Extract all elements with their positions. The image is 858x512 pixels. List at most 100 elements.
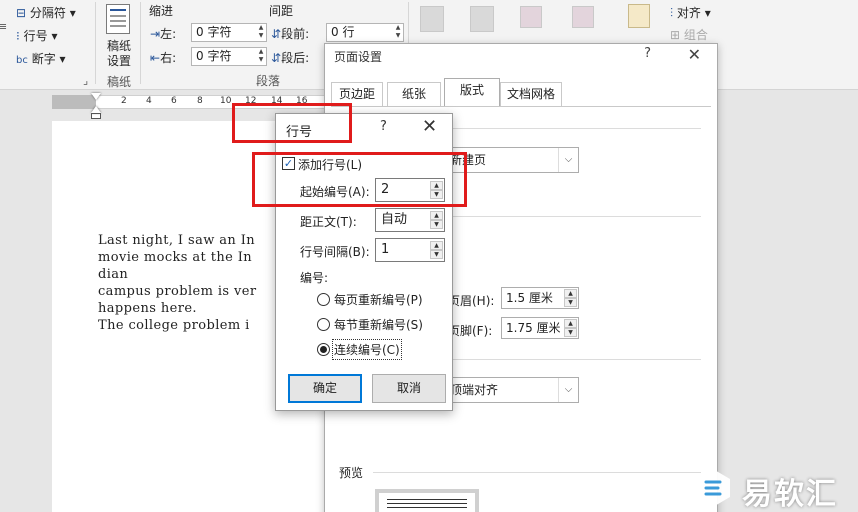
hyphenation-button[interactable]: bc 断字 ▾ (16, 50, 66, 67)
line-numbers-title: 行号 (286, 125, 313, 140)
ruler-tick: 6 (171, 96, 177, 106)
header-distance-field[interactable]: 1.5 厘米 ▲ ▼ (501, 287, 579, 309)
spinner-arrows-icon[interactable]: ▲ ▼ (430, 241, 443, 260)
ruler-margin (52, 95, 96, 109)
line-numbers-dialog: 行号 ? ✕ ✓ 添加行号(L) 起始编号(A): 2 ▲ ▼ 距正文(T): 自动… (275, 113, 453, 411)
align-button[interactable]: ⫶ 对齐 ▾ (670, 4, 711, 21)
dialog-launcher-icon[interactable]: ⌟ (83, 74, 88, 87)
ribbon-separator (95, 2, 96, 84)
document-body[interactable]: Last night, I saw an In movie mocks at th… (98, 232, 288, 334)
ruler-tick: 2 (121, 96, 127, 106)
ruler-tick: 14 (271, 96, 283, 106)
breaks-icon: ⊟ (16, 6, 27, 20)
spacing-after-icon: ⇵ (271, 51, 282, 65)
indent-left-label: ⇥左: (150, 27, 177, 41)
selection-pane-icon (628, 4, 650, 28)
indent-right-label: ⇤右: (150, 51, 177, 65)
ok-button[interactable]: 确定 (288, 374, 362, 403)
indent-title: 缩进 (149, 4, 174, 18)
section-start-select[interactable]: 新建页 ⌵ (443, 147, 579, 173)
help-icon[interactable]: ? (644, 46, 651, 61)
restart-each-page-label[interactable]: 每页重新编号(P) (334, 291, 423, 308)
document-line: campus problem is ver (98, 284, 257, 299)
manuscript-setup-label: 设置 (107, 54, 132, 68)
document-line: Last night, I saw an In (98, 233, 256, 248)
continuous-radio[interactable] (317, 343, 330, 356)
page-setup-title: 页面设置 (334, 50, 383, 64)
from-text-label: 距正文(T): (300, 215, 357, 229)
count-by-field[interactable]: 1 ▲ ▼ (375, 238, 445, 262)
help-icon[interactable]: ? (380, 119, 387, 134)
indent-marker-icon[interactable] (91, 93, 101, 120)
document-line: dian (98, 267, 129, 282)
start-at-label: 起始编号(A): (300, 185, 370, 199)
footer-distance-label: 页脚(F): (448, 324, 493, 338)
restart-each-section-label[interactable]: 每节重新编号(S) (334, 316, 423, 333)
manuscript-icon (106, 4, 130, 34)
indent-right-field[interactable]: 0 字符 ▲ ▼ (191, 47, 267, 66)
tab-layout[interactable]: 版式 (444, 78, 500, 107)
from-text-field[interactable]: 自动 ▲ ▼ (375, 208, 445, 232)
bring-forward-icon (520, 6, 542, 28)
partial-ribbon-glyph: ≡ (0, 20, 8, 33)
wrap-text-icon (470, 6, 494, 32)
cancel-button[interactable]: 取消 (372, 374, 446, 403)
spinner-arrows-icon[interactable]: ▲ ▼ (256, 24, 266, 41)
document-line: movie mocks at the In (98, 250, 253, 265)
tab-document-grid[interactable]: 文档网格 (500, 82, 562, 106)
tab-paper[interactable]: 纸张 (387, 82, 441, 106)
ribbon-separator (140, 2, 141, 84)
logo-icon (696, 469, 730, 507)
spinner-arrows-icon[interactable]: ▲ ▼ (430, 211, 443, 230)
restart-each-page-radio[interactable] (317, 293, 330, 306)
indent-left-field[interactable]: 0 字符 ▲ ▼ (191, 23, 267, 42)
close-icon[interactable]: ✕ (688, 45, 701, 64)
breaks-button[interactable]: ⊟ 分隔符 ▾ (16, 4, 76, 21)
ruler-tick: 8 (197, 96, 203, 106)
spinner-arrows-icon[interactable]: ▲ ▼ (430, 181, 443, 200)
restart-each-section-radio[interactable] (317, 318, 330, 331)
paragraph-group-label: 段落 (256, 74, 281, 88)
watermark-text: 易软汇 (742, 477, 838, 512)
spinner-arrows-icon[interactable]: ▲ ▼ (564, 319, 577, 337)
spacing-before-field[interactable]: 0 行 ▲ ▼ (326, 23, 404, 42)
numbering-label: 编号: (300, 271, 329, 285)
spacing-title: 间距 (269, 4, 294, 18)
checkmark-icon: ✓ (283, 157, 294, 170)
start-at-field[interactable]: 2 ▲ ▼ (375, 178, 445, 202)
ruler-tick: 16 (296, 96, 308, 106)
position-icon (420, 6, 444, 32)
preview-label: 预览 (339, 466, 364, 480)
continuous-label[interactable]: 连续编号(C) (332, 339, 402, 360)
add-line-numbers-label[interactable]: 添加行号(L) (298, 156, 362, 173)
ruler-tick: 12 (245, 96, 257, 106)
preview-page (375, 489, 479, 512)
group-button[interactable]: ⊞ 组合 (670, 26, 708, 43)
preview-divider (373, 472, 701, 473)
watermark: 易软汇 (690, 465, 858, 512)
align-icon: ⫶ (670, 6, 674, 20)
count-by-label: 行号间隔(B): (300, 245, 370, 259)
spinner-arrows-icon[interactable]: ▲ ▼ (393, 24, 403, 41)
vertical-alignment-select[interactable]: 顶端对齐 ⌵ (443, 377, 579, 403)
indent-right-icon: ⇤ (150, 51, 161, 65)
group-icon: ⊞ (670, 28, 681, 42)
spacing-before-icon: ⇵ (271, 27, 282, 41)
chevron-down-icon: ⌵ (558, 378, 578, 402)
footer-distance-field[interactable]: 1.75 厘米 ▲ ▼ (501, 317, 579, 339)
document-line: The college problem i (98, 318, 250, 333)
add-line-numbers-checkbox[interactable]: ✓ (282, 157, 295, 170)
line-numbers-icon: ⁝ (16, 29, 20, 43)
spinner-arrows-icon[interactable]: ▲ ▼ (564, 289, 577, 307)
spinner-arrows-icon[interactable]: ▲ ▼ (256, 48, 266, 65)
ruler-tick: 4 (146, 96, 152, 106)
line-numbers-button[interactable]: ⁝ 行号 ▾ (16, 27, 58, 44)
chevron-down-icon: ⌵ (558, 148, 578, 172)
document-line: happens here. (98, 301, 197, 316)
header-distance-label: 页眉(H): (448, 294, 495, 308)
spacing-before-label: ⇵段前: (271, 27, 310, 41)
indent-left-icon: ⇥ (150, 27, 161, 41)
ruler-tick: 10 (220, 96, 232, 106)
tab-margins[interactable]: 页边距 (331, 82, 383, 106)
close-icon[interactable]: ✕ (422, 116, 437, 137)
